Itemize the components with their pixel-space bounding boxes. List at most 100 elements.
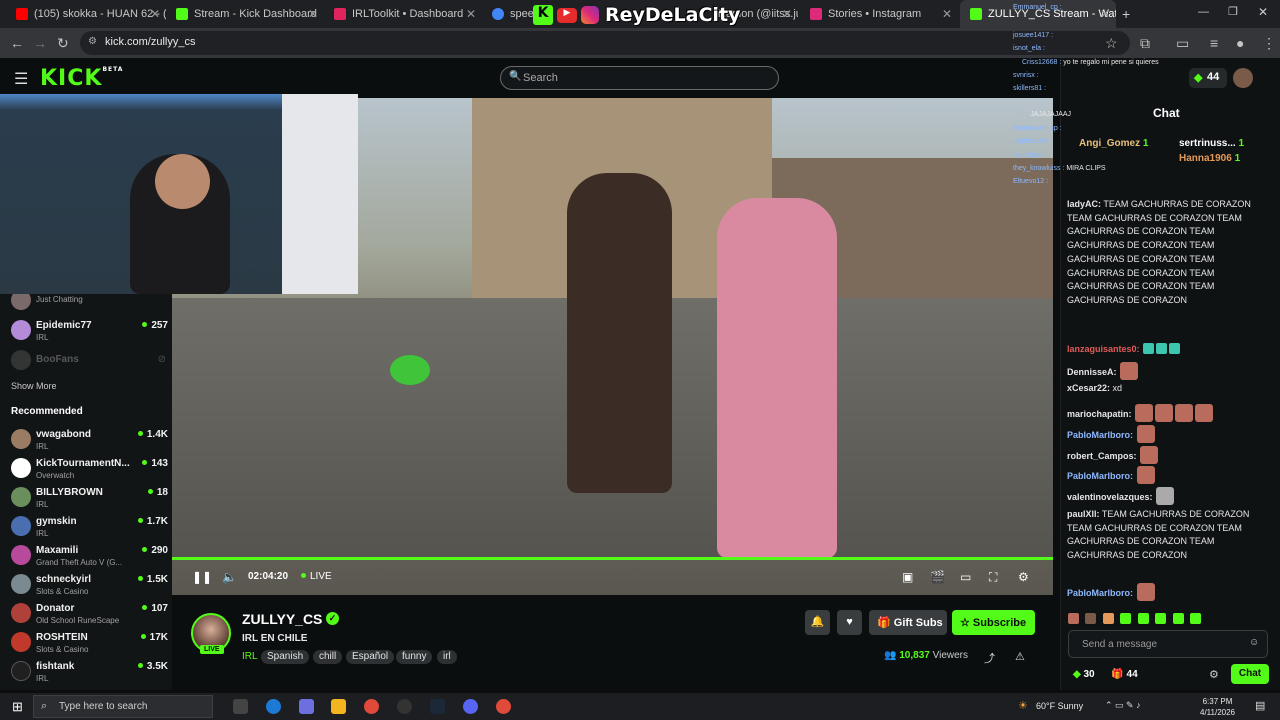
browser-tab-kick-dashboard[interactable]: Stream - Kick Dashboard ✕: [166, 0, 324, 28]
emote-icon[interactable]: [1102, 613, 1114, 624]
window-close-icon[interactable]: ✕: [1258, 5, 1268, 19]
report-icon[interactable]: ⚠: [1015, 650, 1025, 663]
minimize-icon[interactable]: —: [1198, 6, 1209, 18]
sidebar-channel[interactable]: BILLYBROWN IRL 18: [10, 485, 168, 513]
volume-icon[interactable]: 🔈: [222, 570, 237, 584]
tag-chip[interactable]: Spanish: [261, 650, 310, 664]
sidebar-channel[interactable]: schneckyirl Slots & Casino 1.5K: [10, 572, 168, 600]
task-view-icon[interactable]: [233, 699, 248, 714]
forward-icon[interactable]: →: [33, 35, 47, 51]
menu-list-icon[interactable]: ≡: [1210, 35, 1218, 51]
close-icon[interactable]: ✕: [942, 7, 952, 21]
streamer-name[interactable]: ZULLYY_CS: [242, 611, 322, 627]
cast-icon[interactable]: ▭: [1176, 35, 1189, 52]
emote-icon[interactable]: [1137, 613, 1149, 624]
close-icon[interactable]: ✕: [1100, 7, 1110, 21]
chat-user[interactable]: PabloMarlboro:: [1067, 430, 1133, 440]
close-icon[interactable]: ✕: [308, 7, 318, 21]
chat-user[interactable]: robert_Campos:: [1067, 451, 1137, 461]
sidebar-channel-boofans[interactable]: BooFans ⊘: [10, 348, 168, 376]
sidebar-channel-epidemic77[interactable]: Epidemic77 IRL 257: [10, 318, 168, 346]
clip-icon[interactable]: 🎬: [930, 570, 945, 584]
stream-category[interactable]: IRL: [242, 651, 258, 662]
windows-start-icon[interactable]: ⊞: [12, 699, 23, 715]
new-tab-icon[interactable]: +: [1122, 6, 1130, 22]
emote-icon[interactable]: [1068, 613, 1079, 624]
tag-chip[interactable]: irl: [437, 650, 457, 664]
copilot-icon[interactable]: [299, 699, 314, 714]
url-field[interactable]: ⚙ kick.com/zullyy_cs: [80, 31, 1130, 55]
emote-icon[interactable]: [1120, 613, 1132, 624]
discord-icon[interactable]: [463, 699, 478, 714]
emote-icon[interactable]: [1155, 613, 1167, 624]
browser-tab-google[interactable]: speed t: [482, 0, 536, 28]
chat-user[interactable]: lanzaguisantes0:: [1067, 344, 1140, 354]
file-explorer-icon[interactable]: [331, 699, 346, 714]
edge-icon[interactable]: [266, 699, 281, 714]
sidebar-channel[interactable]: Donator Old School RuneScape 107: [10, 601, 168, 629]
pause-icon[interactable]: ❚❚: [192, 570, 212, 584]
browser-tab-irltoolkit[interactable]: IRLToolkit • Dashboard ✕: [324, 0, 482, 28]
reload-icon[interactable]: ↻: [57, 35, 69, 52]
chat-user[interactable]: DennisseA:: [1067, 367, 1117, 377]
kick-logo[interactable]: KICKBETA: [40, 66, 123, 91]
gift-subs-button[interactable]: 🎁 Gift Subs: [869, 610, 947, 635]
system-tray-icons[interactable]: ⌃ ▭ ✎ ♪: [1105, 700, 1141, 711]
obs-icon[interactable]: [397, 699, 412, 714]
more-icon[interactable]: ⋮: [1262, 35, 1276, 52]
taskbar-clock[interactable]: 6:37 PM 4/11/2026: [1200, 696, 1235, 718]
profile-icon[interactable]: ●: [1236, 35, 1244, 51]
hamburger-menu-icon[interactable]: ☰: [14, 69, 28, 89]
follow-button[interactable]: ♥: [837, 610, 862, 635]
chat-send-button[interactable]: Chat: [1231, 664, 1269, 684]
chat-user[interactable]: PabloMarlboro:: [1067, 588, 1133, 598]
user-avatar[interactable]: [1233, 68, 1253, 88]
settings-icon[interactable]: ⚙: [1018, 570, 1029, 584]
back-icon[interactable]: ←: [10, 35, 24, 51]
chat-user[interactable]: xCesar22:: [1067, 383, 1110, 393]
weather-text[interactable]: 60°F Sunny: [1036, 701, 1083, 711]
tag-chip[interactable]: chill: [313, 650, 343, 664]
browser-tab-instagram[interactable]: Stories • Instagram ✕: [800, 0, 958, 28]
steam-icon[interactable]: [430, 699, 445, 714]
sidebar-channel[interactable]: ROSHTEIN Slots & Casino 17K: [10, 630, 168, 658]
sidebar-channel[interactable]: Maxamili Grand Theft Auto V (G... 290: [10, 543, 168, 571]
chat-user[interactable]: mariochapatin:: [1067, 409, 1132, 419]
chat-user[interactable]: PabloMarlboro:: [1067, 471, 1133, 481]
emote-icon[interactable]: [1085, 613, 1097, 624]
emote-icon[interactable]: [1172, 613, 1184, 624]
notifications-icon[interactable]: ▤: [1255, 699, 1265, 712]
sidebar-channel[interactable]: gymskin IRL 1.7K: [10, 514, 168, 542]
close-icon[interactable]: ✕: [466, 7, 476, 21]
emoji-icon[interactable]: ☺: [1249, 637, 1259, 648]
theater-mode-icon[interactable]: ▭: [960, 570, 971, 584]
search-input[interactable]: 🔍 Search: [500, 66, 779, 90]
extensions-icon[interactable]: ⧉: [1140, 35, 1150, 52]
tag-chip[interactable]: Español: [346, 650, 395, 664]
fullscreen-icon[interactable]: ⛶: [989, 570, 997, 585]
sidebar-channel[interactable]: vwagabond IRL 1.4K: [10, 427, 168, 455]
picture-in-picture-icon[interactable]: ▣: [902, 570, 913, 584]
sidebar-channel[interactable]: KickTournamentN... Overwatch 143: [10, 456, 168, 484]
taskbar-search-input[interactable]: ⌕ Type here to search: [33, 695, 213, 718]
chrome-icon[interactable]: [496, 699, 511, 714]
close-icon[interactable]: ✕: [782, 7, 792, 21]
close-icon[interactable]: ✕: [150, 7, 160, 21]
chat-settings-icon[interactable]: ⚙: [1209, 668, 1219, 681]
sidebar-channel[interactable]: fishtank IRL 3.5K: [10, 659, 168, 687]
bookmark-star-icon[interactable]: ☆: [1105, 35, 1118, 52]
subscribe-button[interactable]: ☆ Subscribe: [952, 610, 1035, 635]
maximize-icon[interactable]: ❐: [1228, 5, 1238, 18]
chat-user[interactable]: paulXll:: [1067, 509, 1100, 519]
wallet-pill[interactable]: ◆ 44: [1189, 68, 1227, 88]
video-progress-bar[interactable]: [172, 557, 1053, 560]
browser-tab-youtube[interactable]: (105) skokka - HUAN 62 - (Vide ✕: [6, 0, 166, 28]
emote-icon[interactable]: [1190, 613, 1202, 624]
chat-user[interactable]: ladyAC:: [1067, 199, 1101, 209]
chrome-icon[interactable]: [364, 699, 379, 714]
chat-user[interactable]: valentinovelazques:: [1067, 492, 1153, 502]
chat-input[interactable]: Send a message ☺: [1068, 630, 1268, 658]
tag-chip[interactable]: funny: [396, 650, 433, 664]
share-icon[interactable]: ⤴: [984, 650, 995, 666]
notification-bell-button[interactable]: 🔔: [805, 610, 830, 635]
